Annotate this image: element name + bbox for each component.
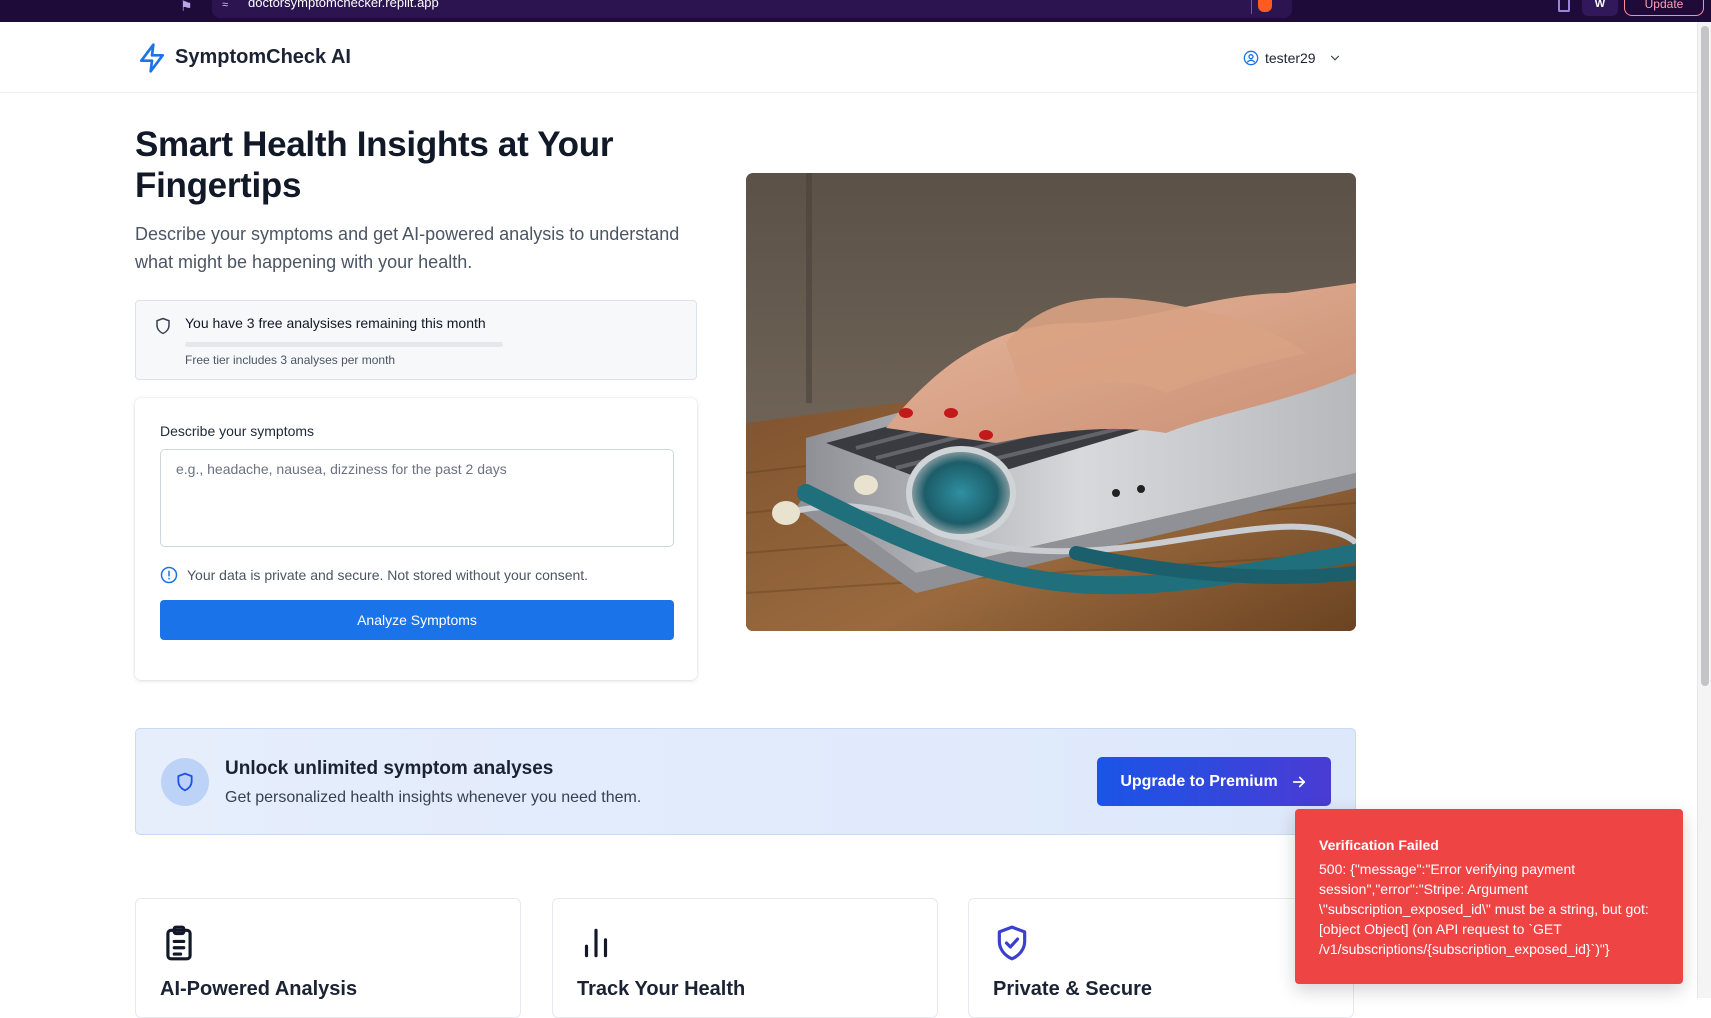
quota-progress-bar: [185, 342, 503, 347]
promo-title: Unlock unlimited symptom analyses: [225, 758, 554, 779]
sidebar-toggle-icon[interactable]: [1558, 0, 1570, 12]
promo-subtitle: Get personalized health insights wheneve…: [225, 789, 642, 806]
address-bar[interactable]: ≈ doctorsymptomchecker.replit.app: [212, 0, 1292, 18]
user-circle-icon: [1243, 50, 1259, 66]
clipboard-icon: [166, 925, 192, 961]
bar-chart-icon: [584, 928, 608, 958]
arrow-right-icon: [1292, 776, 1305, 787]
shield-check-icon: [997, 925, 1027, 961]
feature-card-track-health: Track Your Health: [552, 898, 938, 1018]
brand-name[interactable]: SymptomCheck AI: [175, 46, 351, 69]
symptoms-label: Describe your symptoms: [160, 423, 315, 439]
verification-failed-toast[interactable]: Verification Failed 500: {"message":"Err…: [1295, 809, 1683, 984]
page-scrollbar[interactable]: [1697, 22, 1711, 998]
site-settings-icon[interactable]: ≈: [222, 0, 228, 11]
bookmark-icon[interactable]: ⚑: [180, 0, 194, 14]
hero-description: Describe your symptoms and get AI-powere…: [135, 224, 680, 272]
shield-icon: [177, 772, 193, 792]
app-header: SymptomCheck AI tester29: [0, 22, 1697, 93]
quota-note: Free tier includes 3 analyses per month: [185, 353, 396, 367]
browser-toolbar: ⚑ ≈ doctorsymptomchecker.replit.app W Up…: [0, 0, 1711, 22]
upgrade-to-premium-button[interactable]: Upgrade to Premium: [1097, 757, 1331, 806]
privacy-note: Your data is private and secure. Not sto…: [160, 566, 588, 584]
brave-shield-icon[interactable]: [1258, 0, 1272, 12]
address-divider: [1251, 0, 1252, 14]
free-quota-panel: You have 3 free analysises remaining thi…: [135, 300, 697, 380]
quota-title: You have 3 free analysises remaining thi…: [185, 315, 486, 331]
toast-title: Verification Failed: [1319, 837, 1439, 853]
chevron-down-icon: [1330, 55, 1339, 61]
toast-message: 500: {"message":"Error verifying payment…: [1319, 861, 1649, 957]
hero-title: Smart Health Insights at Your Fingertips: [135, 125, 614, 205]
upgrade-promo-banner: Unlock unlimited symptom analyses Get pe…: [135, 728, 1356, 835]
shield-icon: [156, 317, 170, 335]
privacy-note-text: Your data is private and secure. Not sto…: [187, 567, 589, 583]
lightning-logo-icon[interactable]: [136, 42, 168, 74]
browser-update-button[interactable]: Update: [1624, 0, 1704, 16]
upgrade-button-label: Upgrade to Premium: [1120, 772, 1278, 790]
info-icon: [160, 566, 178, 584]
symptoms-textarea[interactable]: [160, 449, 674, 547]
symptom-form-card: Describe your symptoms Your data is priv…: [135, 398, 697, 680]
hero-image: [746, 173, 1356, 631]
username: tester29: [1265, 50, 1316, 66]
feature-card-ai-analysis: AI-Powered Analysis: [135, 898, 521, 1018]
address-url[interactable]: doctorsymptomchecker.replit.app: [248, 0, 439, 10]
wallet-icon[interactable]: W: [1582, 0, 1618, 16]
analyze-symptoms-button[interactable]: Analyze Symptoms: [160, 600, 674, 640]
scrollbar-thumb[interactable]: [1701, 26, 1709, 686]
promo-icon-badge: [161, 758, 209, 806]
user-menu[interactable]: tester29: [1243, 48, 1342, 68]
